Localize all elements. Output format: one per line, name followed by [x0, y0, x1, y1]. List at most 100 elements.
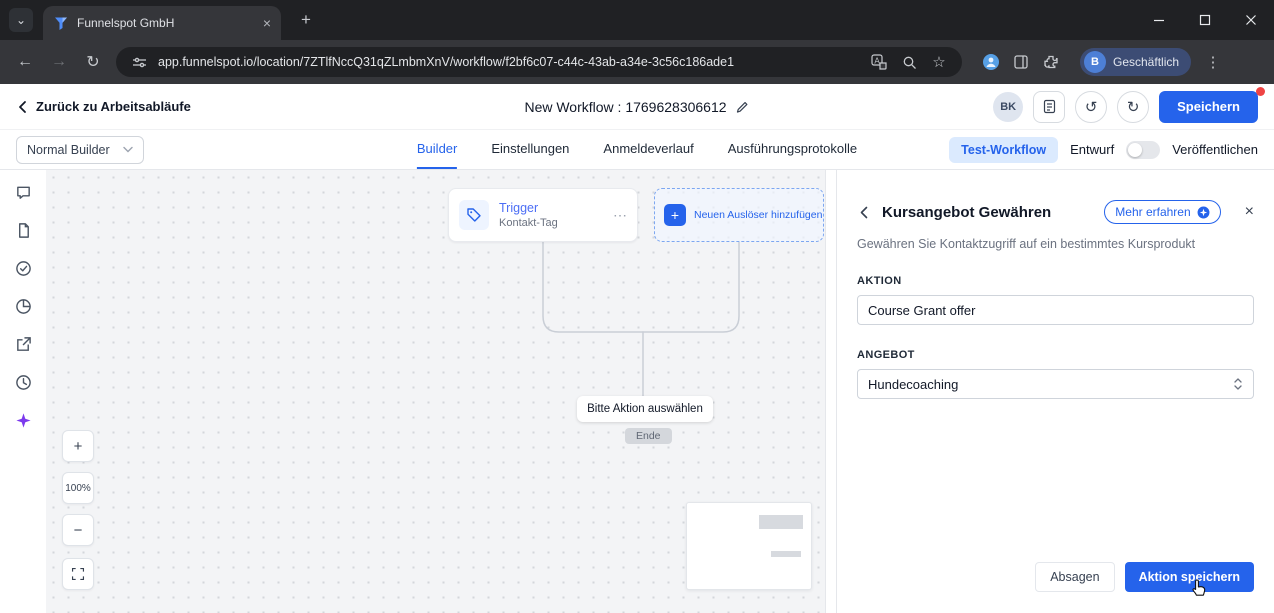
- save-button[interactable]: Speichern: [1159, 86, 1265, 123]
- extensions-puzzle-icon[interactable]: [1040, 51, 1062, 73]
- offer-select-value: Hundecoaching: [868, 376, 959, 392]
- test-workflow-button[interactable]: Test-Workflow: [949, 136, 1059, 163]
- workflow-canvas[interactable]: Trigger Kontakt-Tag ⋯ + Neuen Auslöser h…: [46, 170, 826, 613]
- undo-icon: ↺: [1084, 98, 1098, 116]
- minimap-node: [771, 551, 801, 557]
- browser-profile-button[interactable]: B Geschäftlich: [1080, 48, 1192, 76]
- plus-icon: +: [664, 204, 686, 226]
- learn-more-button[interactable]: Mehr erfahren: [1104, 200, 1221, 224]
- chevron-updown-icon: [1234, 378, 1242, 390]
- offer-select[interactable]: Hundecoaching: [857, 369, 1254, 399]
- ai-sparkle-icon[interactable]: [14, 411, 32, 429]
- profile-label: Geschäftlich: [1113, 55, 1180, 69]
- zoom-in-button[interactable]: +: [62, 430, 94, 462]
- redo-button[interactable]: ↻: [1117, 90, 1150, 123]
- end-badge: Ende: [625, 428, 672, 444]
- edit-pencil-icon[interactable]: [736, 100, 750, 114]
- window-maximize-button[interactable]: [1182, 0, 1228, 40]
- workflow-tabs: Builder Einstellungen Anmeldeverlauf Aus…: [416, 130, 857, 169]
- main-content: Trigger Kontakt-Tag ⋯ + Neuen Auslöser h…: [0, 170, 1274, 613]
- titlebar-caret-button[interactable]: ⌄: [9, 8, 33, 32]
- toolbar-right: Test-Workflow Entwurf Veröffentlichen: [949, 136, 1258, 163]
- zoom-level: 100%: [62, 472, 94, 504]
- trigger-title: Trigger: [499, 201, 539, 215]
- builder-mode-select[interactable]: Normal Builder: [16, 135, 144, 164]
- trigger-subtitle: Kontakt-Tag: [499, 217, 558, 229]
- minimap-node: [759, 515, 803, 529]
- workflow-title-group: New Workflow : 1769628306612: [524, 99, 749, 115]
- add-trigger-button[interactable]: + Neuen Auslöser hinzufügen: [654, 188, 824, 242]
- user-avatar[interactable]: BK: [993, 91, 1024, 122]
- browser-tab[interactable]: Funnelspot GmbH ×: [43, 6, 281, 40]
- fullscreen-button[interactable]: [62, 558, 94, 590]
- draft-label: Entwurf: [1070, 142, 1115, 157]
- header-actions: BK ↺ ↻ Speichern: [993, 86, 1265, 123]
- maximize-icon: [1199, 14, 1211, 26]
- save-label: Speichern: [1177, 99, 1240, 114]
- panel-description: Gewähren Sie Kontaktzugriff auf ein best…: [857, 237, 1196, 251]
- external-link-icon[interactable]: [14, 335, 32, 353]
- select-action-node[interactable]: Bitte Aktion auswählen: [577, 396, 713, 422]
- translate-icon[interactable]: A: [868, 51, 890, 73]
- comments-icon[interactable]: [14, 183, 32, 201]
- tab-anmeldeverlauf[interactable]: Anmeldeverlauf: [603, 130, 693, 169]
- close-icon: [1246, 15, 1256, 25]
- action-save-button[interactable]: Aktion speichern: [1124, 562, 1254, 592]
- app-toolbar: Normal Builder Builder Einstellungen Anm…: [0, 130, 1274, 170]
- back-label: Zurück zu Arbeitsabläufe: [36, 99, 191, 114]
- bookmark-star-icon[interactable]: ☆: [928, 51, 950, 73]
- left-icon-rail: [0, 170, 46, 613]
- check-circle-icon[interactable]: [14, 259, 32, 277]
- pie-chart-icon[interactable]: [14, 297, 32, 315]
- panel-footer: Absagen Aktion speichern: [1035, 562, 1254, 592]
- site-settings-icon[interactable]: [128, 51, 150, 73]
- chevron-down-icon: [123, 146, 133, 153]
- draft-publish-toggle[interactable]: [1126, 140, 1161, 159]
- notification-dot: [1256, 86, 1265, 96]
- extension-icons: [980, 51, 1062, 73]
- new-tab-button[interactable]: +: [293, 7, 319, 33]
- browser-forward-button[interactable]: →: [44, 47, 74, 77]
- learn-more-label: Mehr erfahren: [1115, 205, 1191, 219]
- add-trigger-label: Neuen Auslöser hinzufügen: [694, 209, 823, 221]
- tab-ausfuehrungsprotokolle[interactable]: Ausführungsprotokolle: [728, 130, 857, 169]
- tab-einstellungen[interactable]: Einstellungen: [491, 130, 569, 169]
- publish-label: Veröffentlichen: [1172, 142, 1258, 157]
- zoom-out-button[interactable]: −: [62, 514, 94, 546]
- back-to-workflows-link[interactable]: Zurück zu Arbeitsabläufe: [16, 99, 191, 114]
- browser-reload-button[interactable]: ↻: [78, 47, 108, 77]
- offer-field-label: ANGEBOT: [857, 349, 915, 361]
- trigger-menu-icon[interactable]: ⋯: [613, 207, 627, 224]
- trigger-node[interactable]: Trigger Kontakt-Tag ⋯: [448, 188, 638, 242]
- window-minimize-button[interactable]: [1136, 0, 1182, 40]
- minimize-icon: [1154, 19, 1164, 22]
- tab-builder[interactable]: Builder: [416, 130, 458, 169]
- browser-menu-button[interactable]: ⋮: [1201, 53, 1225, 71]
- panel-back-icon[interactable]: [857, 205, 872, 220]
- undo-button[interactable]: ↺: [1075, 90, 1108, 123]
- url-text: app.funnelspot.io/location/7ZTlfNccQ31qZ…: [158, 55, 735, 69]
- action-name-input[interactable]: [857, 295, 1254, 325]
- builder-mode-value: Normal Builder: [27, 142, 110, 157]
- panel-header: Kursangebot Gewähren Mehr erfahren ×: [857, 200, 1254, 224]
- canvas-minimap[interactable]: [686, 502, 812, 590]
- trigger-texts: Trigger Kontakt-Tag: [499, 201, 558, 229]
- browser-back-button[interactable]: ←: [10, 47, 40, 77]
- tab-close-icon[interactable]: ×: [263, 16, 271, 30]
- redo-icon: ↻: [1126, 98, 1140, 116]
- cancel-button[interactable]: Absagen: [1035, 562, 1115, 592]
- window-controls: [1136, 0, 1274, 40]
- browser-toolbar: ← → ↻ app.funnelspot.io/location/7ZTlfNc…: [0, 40, 1274, 84]
- app-header: Zurück zu Arbeitsabläufe New Workflow : …: [0, 84, 1274, 130]
- address-bar[interactable]: app.funnelspot.io/location/7ZTlfNccQ31qZ…: [116, 47, 962, 77]
- workflow-title: New Workflow : 1769628306612: [524, 98, 727, 115]
- test-contact-button[interactable]: [1033, 90, 1066, 123]
- side-panel-icon[interactable]: [1010, 51, 1032, 73]
- zoom-indicator-icon[interactable]: [898, 51, 920, 73]
- extension-avatar-icon[interactable]: [980, 51, 1002, 73]
- tab-title: Funnelspot GmbH: [77, 16, 175, 30]
- window-close-button[interactable]: [1228, 0, 1274, 40]
- documents-icon[interactable]: [14, 221, 32, 239]
- history-clock-icon[interactable]: [14, 373, 32, 391]
- panel-close-icon[interactable]: ×: [1245, 204, 1254, 220]
